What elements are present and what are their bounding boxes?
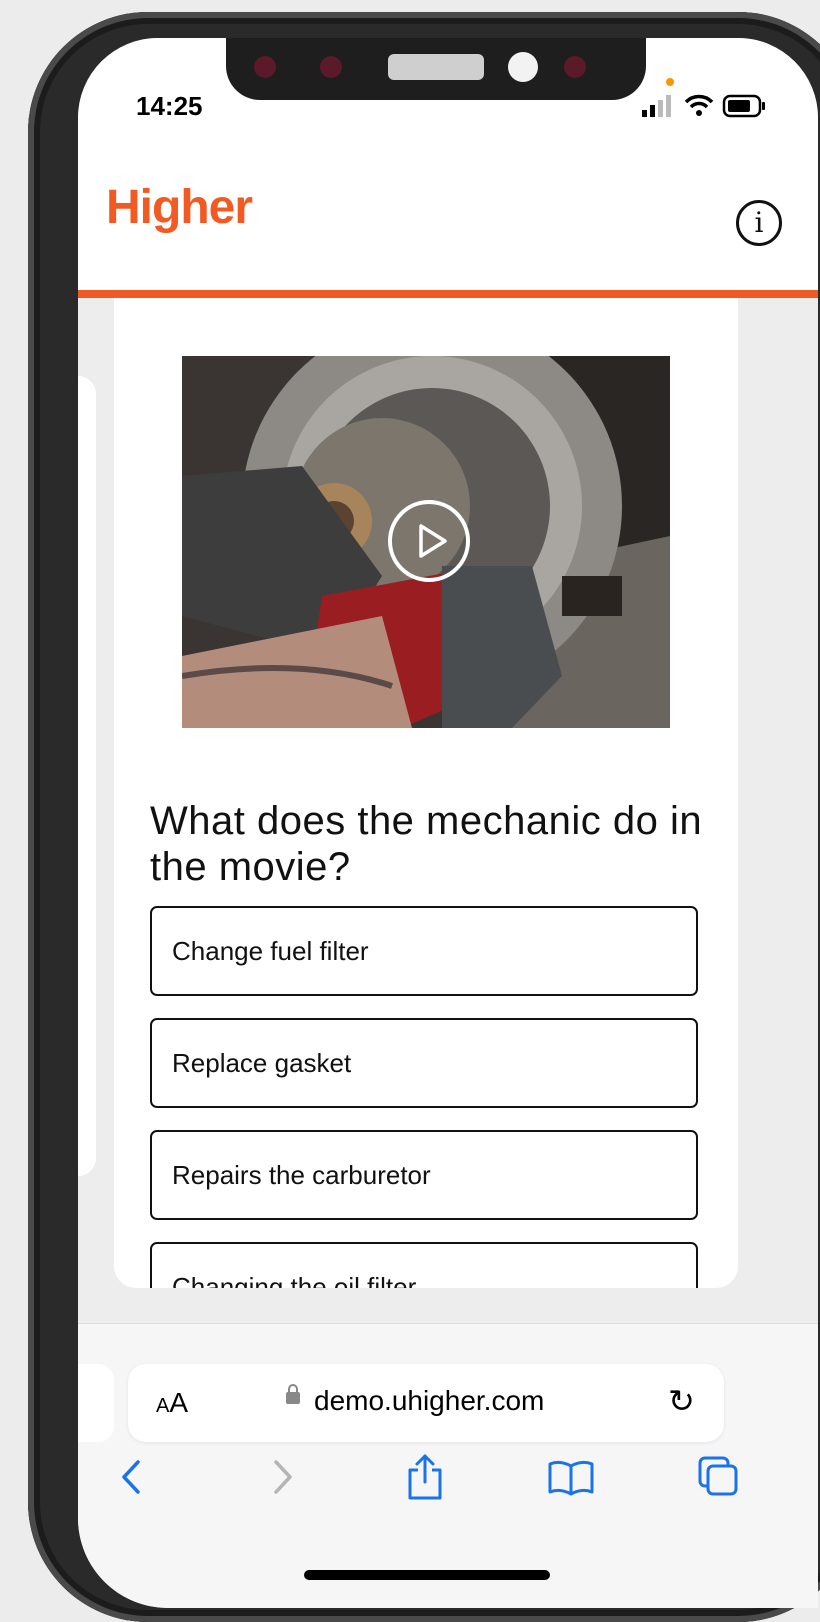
answer-option[interactable]: Repairs the carburetor (150, 1130, 698, 1220)
tabs-icon[interactable] (694, 1452, 744, 1502)
forward-icon[interactable] (256, 1452, 306, 1502)
text-size-button[interactable]: AA (156, 1387, 188, 1419)
screen: 14:25 Higher i What does the mechanic do… (78, 38, 818, 1608)
notch-sensor (564, 56, 586, 78)
lock-icon (286, 1384, 300, 1404)
bookmarks-icon[interactable] (546, 1452, 596, 1502)
url-text[interactable]: demo.uhigher.com (314, 1385, 544, 1417)
back-icon[interactable] (108, 1452, 158, 1502)
safari-bottom-bar: AA demo.uhigher.com ↻ (78, 1323, 818, 1608)
question-text: What does the mechanic do in the movie? (150, 799, 703, 889)
share-icon[interactable] (400, 1452, 450, 1502)
previous-tab-peek[interactable] (78, 1364, 114, 1442)
privacy-indicator-dot (666, 78, 674, 86)
notch-speaker (388, 54, 484, 80)
notch-sensor (320, 56, 342, 78)
higher-logo[interactable]: Higher (106, 180, 253, 235)
previous-card-peek[interactable] (78, 376, 96, 1176)
question-card: What does the mechanic do in the movie? … (114, 298, 738, 1288)
phone-frame: 14:25 Higher i What does the mechanic do… (28, 12, 820, 1622)
reload-icon[interactable]: ↻ (668, 1382, 695, 1420)
info-icon[interactable]: i (736, 200, 782, 246)
play-icon[interactable] (388, 500, 470, 582)
answer-option[interactable]: Change fuel filter (150, 906, 698, 996)
answer-option[interactable]: Changing the oil filter (150, 1242, 698, 1288)
play-triangle (419, 524, 447, 558)
home-indicator[interactable] (304, 1570, 550, 1580)
app-header: Higher i (78, 158, 818, 298)
status-icons (642, 78, 782, 120)
status-time: 14:25 (136, 91, 203, 121)
address-bar[interactable]: AA demo.uhigher.com ↻ (128, 1364, 724, 1442)
video-player[interactable] (182, 356, 670, 728)
notch-camera (508, 52, 538, 82)
answer-option[interactable]: Replace gasket (150, 1018, 698, 1108)
notch-sensor (254, 56, 276, 78)
notch (226, 38, 646, 100)
signal-wifi-battery-icons (642, 94, 765, 118)
